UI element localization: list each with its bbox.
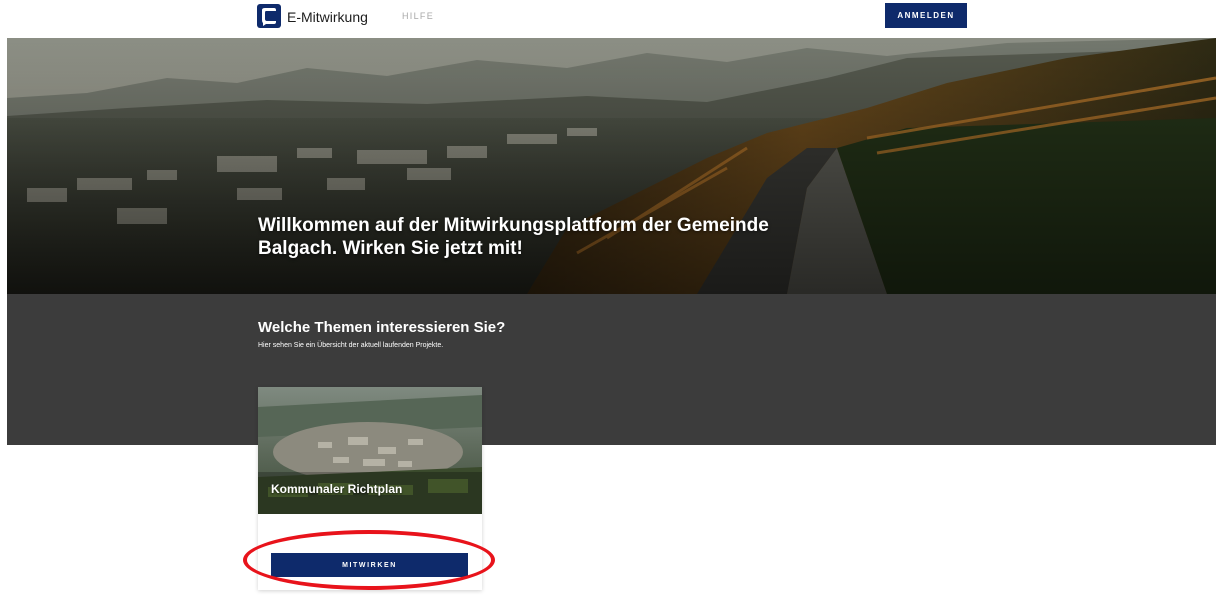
- section-subtitle: Hier sehen Sie ein Übersicht der aktuell…: [258, 342, 444, 349]
- themes-section: Welche Themen interessieren Sie? Hier se…: [7, 294, 1216, 445]
- speech-bubble-icon[interactable]: [257, 4, 281, 28]
- nav-link-help[interactable]: HILFE: [402, 11, 434, 21]
- login-button[interactable]: ANMELDEN: [885, 3, 967, 28]
- section-title: Welche Themen interessieren Sie?: [258, 319, 506, 336]
- hero-title: Willkommen auf der Mitwirkungsplattform …: [258, 215, 769, 259]
- hero-banner: Willkommen auf der Mitwirkungsplattform …: [7, 38, 1216, 294]
- project-title[interactable]: Kommunaler Richtplan: [271, 482, 402, 496]
- top-navigation-bar: E-Mitwirkung HILFE ANMELDEN: [0, 0, 1223, 37]
- participate-button[interactable]: MITWIRKEN: [271, 553, 468, 577]
- brand-name[interactable]: E-Mitwirkung: [287, 9, 368, 25]
- project-card[interactable]: Kommunaler Richtplan MITWIRKEN: [258, 387, 482, 590]
